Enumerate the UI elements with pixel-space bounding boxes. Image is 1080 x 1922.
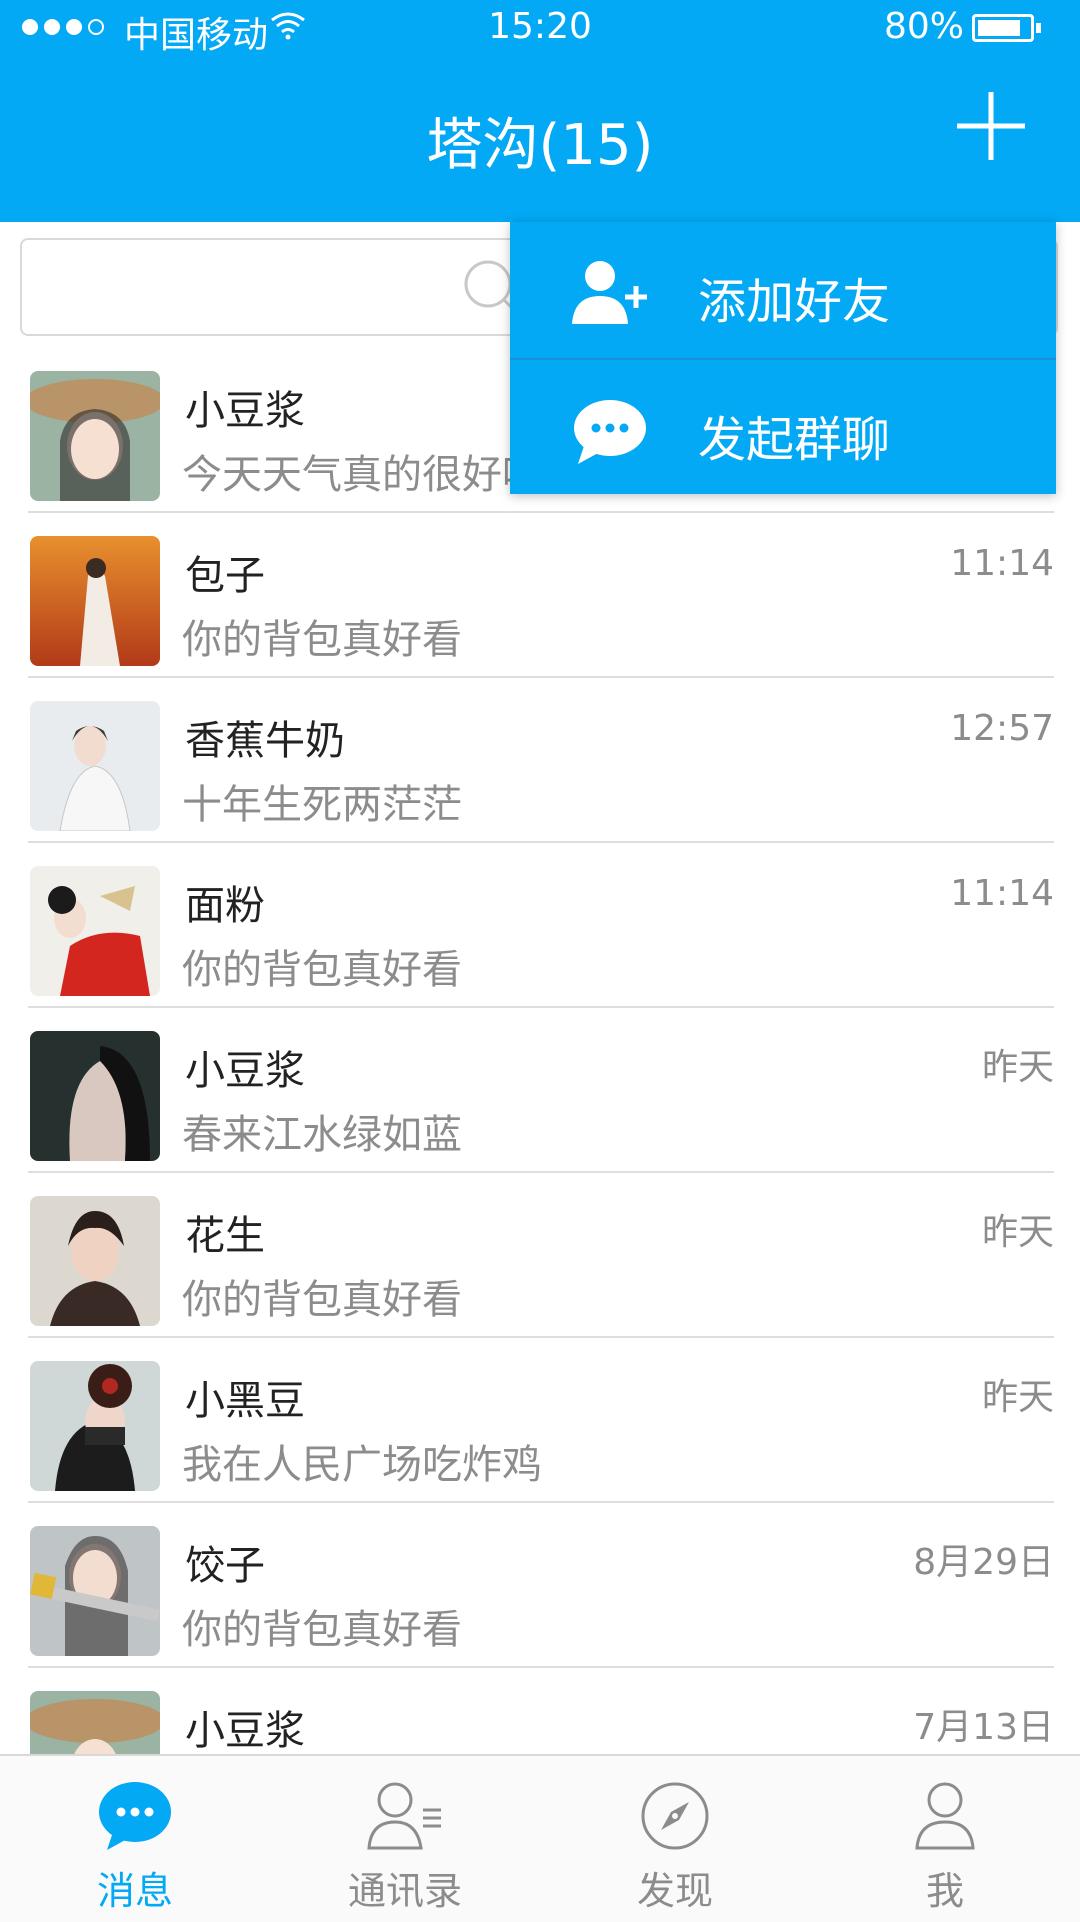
tab-messages[interactable]: 消息 bbox=[0, 1756, 270, 1922]
avatar bbox=[30, 1361, 160, 1491]
tab-label: 我 bbox=[925, 1869, 964, 1913]
conversation-list: 小豆浆 今天天气真的很好呀 包子 你的背包真好看 11:14 香蕉牛奶 十年生死… bbox=[0, 348, 1080, 1833]
battery-icon bbox=[972, 14, 1041, 42]
last-message: 春来江水绿如蓝 bbox=[182, 1112, 462, 1158]
conversation-row[interactable]: 面粉 你的背包真好看 11:14 bbox=[0, 843, 1080, 1008]
tab-me[interactable]: 我 bbox=[810, 1756, 1080, 1922]
contact-name: 小黑豆 bbox=[185, 1378, 305, 1424]
tab-label: 消息 bbox=[96, 1869, 173, 1913]
last-message: 今天天气真的很好呀 bbox=[182, 452, 542, 498]
tab-label: 通讯录 bbox=[347, 1869, 462, 1913]
message-time: 12:57 bbox=[950, 708, 1054, 749]
add-friend-icon bbox=[572, 261, 647, 324]
avatar bbox=[30, 1031, 160, 1161]
conversation-row[interactable]: 小黑豆 我在人民广场吃炸鸡 昨天 bbox=[0, 1338, 1080, 1503]
last-message: 我在人民广场吃炸鸡 bbox=[182, 1442, 542, 1488]
contact-name: 花生 bbox=[185, 1213, 265, 1259]
menu-item-group-chat[interactable]: 发起群聊 bbox=[510, 358, 1056, 496]
message-time: 昨天 bbox=[981, 1047, 1054, 1088]
status-bar: 中国移动 15:20 80% bbox=[0, 0, 1080, 58]
contact-name: 饺子 bbox=[185, 1543, 265, 1589]
contact-name: 包子 bbox=[185, 553, 265, 599]
contact-name: 香蕉牛奶 bbox=[185, 718, 345, 764]
avatar bbox=[30, 701, 160, 831]
message-time: 11:14 bbox=[950, 543, 1054, 584]
chat-bubble-icon bbox=[99, 1782, 171, 1850]
last-message: 你的背包真好看 bbox=[182, 617, 462, 663]
conversation-row[interactable]: 包子 你的背包真好看 11:14 bbox=[0, 513, 1080, 678]
last-message: 十年生死两茫茫 bbox=[182, 782, 462, 828]
person-icon bbox=[915, 1782, 975, 1850]
compass-icon bbox=[641, 1782, 709, 1850]
tab-contacts[interactable]: 通讯录 bbox=[270, 1756, 540, 1922]
menu-item-add-friend[interactable]: 添加好友 bbox=[510, 222, 1056, 358]
conversation-row[interactable]: 小豆浆 春来江水绿如蓝 昨天 bbox=[0, 1008, 1080, 1173]
last-message: 你的背包真好看 bbox=[182, 947, 462, 993]
add-menu-dropdown: 添加好友 发起群聊 bbox=[510, 222, 1056, 494]
group-chat-icon bbox=[574, 400, 646, 464]
menu-item-label: 添加好友 bbox=[698, 274, 891, 330]
avatar bbox=[30, 536, 160, 666]
contact-name: 小豆浆 bbox=[185, 388, 305, 434]
conversation-row[interactable]: 花生 你的背包真好看 昨天 bbox=[0, 1173, 1080, 1338]
conversation-row[interactable]: 饺子 你的背包真好看 8月29日 bbox=[0, 1503, 1080, 1668]
contact-name: 小豆浆 bbox=[185, 1708, 305, 1754]
last-message: 你的背包真好看 bbox=[182, 1607, 462, 1653]
message-time: 7月13日 bbox=[913, 1707, 1054, 1748]
contact-name: 面粉 bbox=[185, 883, 265, 929]
add-button-plus-icon[interactable] bbox=[955, 90, 1027, 162]
message-time: 昨天 bbox=[981, 1377, 1054, 1418]
tab-discover[interactable]: 发现 bbox=[540, 1756, 810, 1922]
avatar bbox=[30, 1526, 160, 1656]
app-header: 中国移动 15:20 80% 塔沟(15) bbox=[0, 0, 1080, 222]
avatar bbox=[30, 371, 160, 501]
page-title: 塔沟(15) bbox=[426, 113, 654, 178]
battery-percentage: 80% bbox=[884, 6, 965, 47]
message-time: 11:14 bbox=[950, 873, 1054, 914]
avatar bbox=[30, 866, 160, 996]
avatar bbox=[30, 1196, 160, 1326]
message-time: 昨天 bbox=[981, 1212, 1054, 1253]
message-time: 8月29日 bbox=[913, 1542, 1054, 1583]
conversation-row[interactable]: 香蕉牛奶 十年生死两茫茫 12:57 bbox=[0, 678, 1080, 843]
contact-name: 小豆浆 bbox=[185, 1048, 305, 1094]
contacts-icon bbox=[367, 1782, 441, 1850]
last-message: 你的背包真好看 bbox=[182, 1277, 462, 1323]
tab-label: 发现 bbox=[636, 1869, 713, 1913]
bottom-tab-bar: 消息 通讯录 发现 我 bbox=[0, 1754, 1080, 1922]
menu-item-label: 发起群聊 bbox=[698, 412, 891, 468]
